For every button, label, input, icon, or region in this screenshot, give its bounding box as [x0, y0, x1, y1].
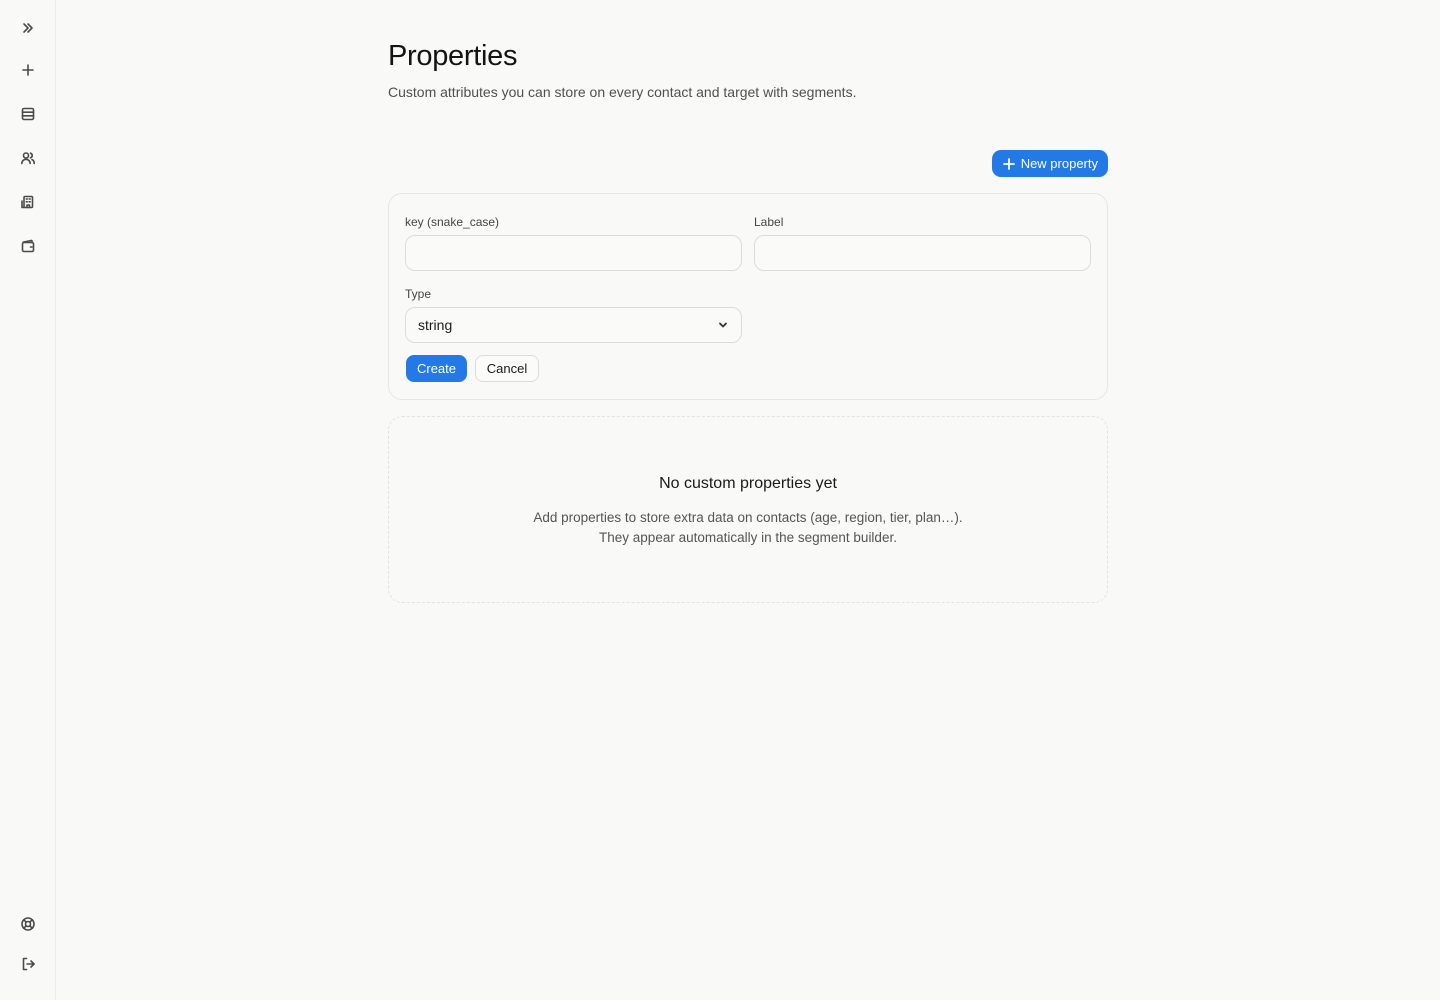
page-subtitle: Custom attributes you can store on every… [388, 84, 857, 100]
chevrons-right-icon [23, 23, 33, 33]
building-icon [21, 195, 34, 209]
sidebar-item-logout[interactable] [14, 950, 42, 978]
new-property-button[interactable]: New property [991, 150, 1108, 177]
empty-state-description-line-1: Add properties to store extra data on co… [533, 510, 963, 525]
list-icon [21, 107, 35, 121]
plus-icon [22, 64, 34, 76]
label-input[interactable] [754, 235, 1091, 271]
sidebar-item-help[interactable] [14, 910, 42, 938]
page-title: Properties [388, 40, 518, 72]
sidebar-item-organization[interactable] [14, 188, 42, 216]
empty-state: No custom properties yet Add properties … [388, 416, 1108, 603]
wallet-icon [21, 239, 35, 253]
logout-icon [22, 957, 35, 971]
sidebar-item-billing[interactable] [14, 232, 42, 260]
sidebar-item-contacts[interactable] [14, 144, 42, 172]
sidebar-new-button[interactable] [14, 56, 42, 84]
key-input[interactable] [405, 235, 742, 271]
empty-state-title: No custom properties yet [659, 475, 837, 492]
cancel-button[interactable]: Cancel [475, 355, 539, 382]
chevron-down-icon [719, 322, 727, 328]
type-field-label: Type [405, 287, 432, 301]
key-field-label: key (snake_case) [405, 215, 500, 229]
sidebar [0, 0, 56, 1000]
type-select[interactable]: string [405, 307, 742, 343]
plus-icon [1002, 157, 1015, 170]
lifebuoy-icon [21, 917, 35, 931]
create-button[interactable]: Create [406, 355, 467, 382]
sidebar-expand-button[interactable] [14, 14, 42, 42]
type-select-value: string [418, 317, 453, 333]
users-icon [21, 152, 35, 165]
new-property-form: key (snake_case) Label Type string Creat… [388, 193, 1108, 400]
sidebar-item-lists[interactable] [14, 100, 42, 128]
new-property-label: New property [1020, 156, 1098, 171]
label-field-label: Label [754, 215, 784, 229]
empty-state-description-line-2: They appear automatically in the segment… [599, 530, 897, 545]
